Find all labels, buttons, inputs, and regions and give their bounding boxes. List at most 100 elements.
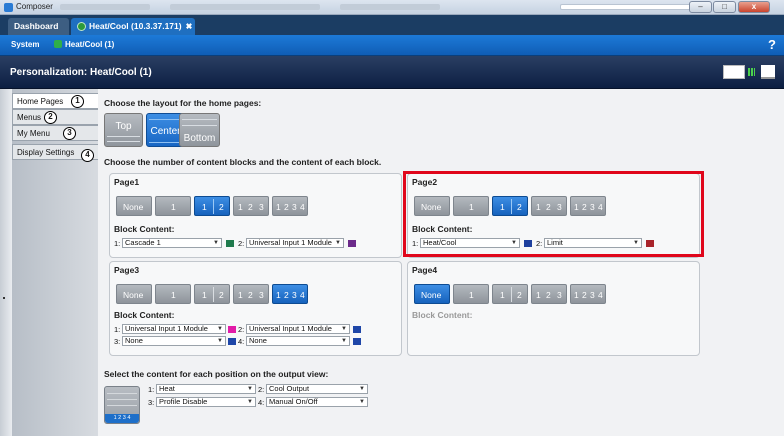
layout-divider [107,136,140,137]
page4-block-content-label: Block Content: [412,310,473,320]
help-icon[interactable]: ? [768,37,776,52]
output-slot1-select[interactable]: Heat ▼ [156,384,256,394]
nav-device[interactable]: Heat/Cool (1) [54,40,114,49]
settings-menu [12,89,98,436]
layout-bottom-button[interactable]: Bottom [179,113,220,147]
page3-slot2-select[interactable]: Universal Input 1 Module ▼ [246,324,350,334]
page1-one-option[interactable]: 1 [155,196,191,216]
page1-block-content-label: Block Content: [114,224,175,234]
maximize-button[interactable]: □ [713,1,736,13]
chevron-down-icon: ▼ [335,240,341,246]
chevron-down-icon: ▼ [341,338,347,344]
page1-slot1-select[interactable]: Cascade 1 ▼ [122,238,222,248]
page3-title: Page3 [114,265,140,275]
thumb-divider [107,399,137,400]
page3-four-option[interactable]: 1234 [272,284,308,304]
color-swatch[interactable] [353,338,361,345]
step-badge: 3 [63,127,76,140]
chevron-down-icon: ▼ [247,399,253,405]
close-tab-icon[interactable]: ✖ [186,22,193,31]
monitor-icon [761,65,775,77]
page3-two-option[interactable]: 12 [194,284,230,304]
page4-title: Page4 [412,265,438,275]
page3-one-option[interactable]: 1 [155,284,191,304]
tab-heat-cool[interactable]: Heat/Cool (10.3.37.171) ✖ [71,18,195,35]
layout-section-title: Choose the layout for the home pages: [104,98,262,108]
page1-three-option[interactable]: 123 [233,196,269,216]
output-slot3-select[interactable]: Profile Disable ▼ [156,397,256,407]
chevron-down-icon: ▼ [247,386,253,392]
option-divider [511,287,512,302]
chevron-down-icon: ▼ [359,386,365,392]
window-title-bar: Composer – □ x [0,0,784,15]
thumb-label: 1 2 3 4 [105,414,139,423]
page4-four-option[interactable]: 1234 [570,284,606,304]
color-swatch[interactable] [226,240,234,247]
slot-number: 1: [114,239,121,248]
close-button[interactable]: x [738,1,770,13]
menu-home-pages[interactable]: Home Pages 1 [12,93,102,109]
highlight-frame [403,171,704,257]
blurred-search [560,4,710,10]
page4-three-option[interactable]: 123 [531,284,567,304]
page4-one-option[interactable]: 1 [453,284,489,304]
output-slot4-select[interactable]: Manual On/Off ▼ [266,397,368,407]
layout-divider [182,119,217,120]
page4-panel: Page4 None 1 12 123 1234 Block Content: [407,261,700,356]
step-badge: 1 [71,95,84,108]
page1-panel: Page1 None 1 12 123 1234 Block Content: … [109,173,402,258]
color-swatch[interactable] [228,338,236,345]
page1-two-option[interactable]: 12 [194,196,230,216]
tab-dashboard[interactable]: Dashboard [8,18,69,35]
output-slot2-select[interactable]: Cool Output ▼ [266,384,368,394]
chevron-down-icon: ▼ [217,326,223,332]
layout-divider [107,141,140,142]
layout-divider [149,142,182,143]
output-view-thumbnail[interactable]: 1 2 3 4 [104,386,140,424]
page4-two-option[interactable]: 12 [492,284,528,304]
slot-number: 3: [114,337,121,346]
page1-four-option[interactable]: 1234 [272,196,308,216]
page1-title: Page1 [114,177,140,187]
step-badge: 4 [81,149,94,162]
menu-display-settings[interactable]: Display Settings 4 [12,144,100,162]
nav-system[interactable]: System [11,40,39,49]
display-device-icon [723,65,745,79]
page4-none-option[interactable]: None [414,284,450,304]
thermometer-icon [54,40,62,48]
scroll-marker [3,297,5,299]
color-swatch[interactable] [228,326,236,333]
option-divider [213,287,214,302]
blurred-menu [170,4,320,10]
app-icon [4,3,13,12]
page1-slot2-select[interactable]: Universal Input 1 Module ▼ [246,238,344,248]
page3-none-option[interactable]: None [116,284,152,304]
chevron-down-icon: ▼ [213,240,219,246]
chevron-down-icon: ▼ [217,338,223,344]
menu-menus[interactable]: Menus 2 [12,109,100,125]
layout-divider [149,119,182,120]
color-swatch[interactable] [353,326,361,333]
page3-slot1-select[interactable]: Universal Input 1 Module ▼ [122,324,226,334]
page3-three-option[interactable]: 123 [233,284,269,304]
page3-block-content-label: Block Content: [114,310,175,320]
layout-top-button[interactable]: Top [104,113,143,147]
left-edge [0,89,12,436]
device-status-icon [77,22,86,31]
page3-slot4-select[interactable]: None ▼ [246,336,350,346]
signal-icon [748,68,755,76]
chevron-down-icon: ▼ [359,399,365,405]
color-swatch[interactable] [348,240,356,247]
slot-number: 4: [258,398,265,407]
blurred-menu [60,4,150,10]
slot-number: 4: [238,337,245,346]
minimize-button[interactable]: – [689,1,712,13]
blurred-menu [340,4,440,10]
page1-none-option[interactable]: None [116,196,152,216]
menu-my-menu[interactable]: My Menu 3 [12,125,100,141]
step-badge: 2 [44,111,57,124]
page3-slot3-select[interactable]: None ▼ [122,336,226,346]
window-title: Composer [16,2,53,11]
slot-number: 2: [238,325,245,334]
slot-number: 1: [114,325,121,334]
